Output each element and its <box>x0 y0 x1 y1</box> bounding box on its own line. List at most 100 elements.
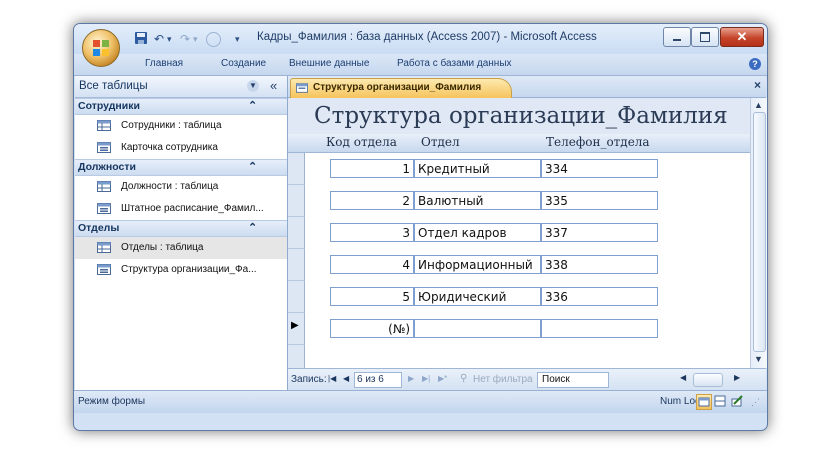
minimize-button[interactable] <box>663 27 691 47</box>
form-view-button[interactable] <box>696 394 712 410</box>
document-tabs: Структура организации_Фамилия × <box>288 76 766 98</box>
nav-item-label: Структура организации_Фа... <box>121 264 257 275</box>
field-department-code[interactable]: 3 <box>330 223 414 242</box>
help-icon[interactable]: ? <box>749 58 761 70</box>
field-department-code[interactable]: 4 <box>330 255 414 274</box>
redo-icon[interactable]: ↷ <box>180 31 190 47</box>
nav-item-org-structure[interactable]: Структура организации_Фа... <box>75 259 287 281</box>
record-selector[interactable] <box>288 185 305 217</box>
group-collapse-icon[interactable]: ⌃ <box>248 221 257 234</box>
vertical-scrollbar[interactable]: ▲ ▼ <box>750 98 767 368</box>
form-icon <box>97 203 111 214</box>
tab-database-tools[interactable]: Работа с базами данных <box>397 58 512 69</box>
field-department-name[interactable]: Юридический <box>414 287 541 306</box>
scroll-down-icon[interactable]: ▼ <box>754 354 763 364</box>
filter-status[interactable]: Нет фильтра <box>473 374 533 385</box>
close-icon: ✕ <box>736 29 748 44</box>
field-department-name[interactable]: Валютный <box>414 191 541 210</box>
column-header-code: Код отдела <box>326 135 397 149</box>
field-department-name[interactable]: Информационный <box>414 255 541 274</box>
save-icon[interactable] <box>134 31 148 45</box>
field-department-code[interactable]: 1 <box>330 159 414 178</box>
minimize-icon <box>673 39 681 41</box>
record-selector-current[interactable]: ▶ <box>288 313 305 345</box>
nav-item-label: Сотрудники : таблица <box>121 120 222 131</box>
group-collapse-icon[interactable]: ⌃ <box>248 160 257 173</box>
nav-item-positions-table[interactable]: Должности : таблица <box>75 176 287 198</box>
layout-view-button[interactable] <box>713 394 727 408</box>
resize-grip-icon[interactable]: ⋰ <box>751 397 760 408</box>
form-view: Структура организации_Фамилия Код отдела… <box>288 98 750 368</box>
record-position-input[interactable]: 6 из 6 <box>354 372 402 388</box>
nav-group-label: Сотрудники <box>78 100 140 112</box>
nav-group-positions[interactable]: Должности ⌃ <box>75 159 287 176</box>
horizontal-scroll-thumb[interactable] <box>693 373 723 387</box>
scroll-up-icon[interactable]: ▲ <box>754 100 763 110</box>
office-button[interactable] <box>82 29 120 67</box>
field-department-phone[interactable]: 334 <box>541 159 658 178</box>
close-button[interactable]: ✕ <box>720 27 764 47</box>
field-department-name-new[interactable] <box>414 319 541 338</box>
nav-group-label: Отделы <box>78 222 120 234</box>
nav-pane-header[interactable]: Все таблицы ▼ « <box>75 76 287 98</box>
undo-dropdown-icon[interactable]: ▾ <box>167 31 172 47</box>
document-tab-label: Структура организации_Фамилия <box>313 82 482 93</box>
record-selector[interactable] <box>288 153 305 185</box>
form-header: Структура организации_Фамилия <box>288 98 750 134</box>
nav-pane-title: Все таблицы <box>79 80 148 92</box>
first-record-icon[interactable]: |◀ <box>328 374 336 383</box>
prev-record-icon[interactable]: ◀ <box>343 374 349 383</box>
form-icon <box>296 83 308 93</box>
column-header-department: Отдел <box>421 135 460 149</box>
undo-icon[interactable]: ↶ <box>154 31 164 47</box>
scroll-thumb[interactable] <box>753 112 766 352</box>
table-icon <box>97 242 111 253</box>
tab-create[interactable]: Создание <box>221 58 266 69</box>
tab-external-data[interactable]: Внешние данные <box>289 58 369 69</box>
scroll-right-icon[interactable]: ▶ <box>734 373 740 382</box>
document-tab[interactable]: Структура организации_Фамилия <box>290 78 512 98</box>
view-mode-label: Режим формы <box>78 396 146 407</box>
field-department-phone-new[interactable] <box>541 319 658 338</box>
search-input[interactable]: Поиск <box>537 372 609 388</box>
field-department-code[interactable]: 2 <box>330 191 414 210</box>
record-label: Запись: <box>291 374 327 385</box>
nav-item-employees-table[interactable]: Сотрудники : таблица <box>75 115 287 137</box>
close-document-icon[interactable]: × <box>754 78 761 92</box>
record-selector[interactable] <box>288 281 305 313</box>
field-department-code[interactable]: 5 <box>330 287 414 306</box>
layout-view-icon <box>714 395 726 407</box>
nav-item-departments-table[interactable]: Отделы : таблица <box>75 237 287 259</box>
field-department-code-new[interactable]: (№) <box>330 319 414 338</box>
record-navigation-bar: Запись: |◀ ◀ 6 из 6 ▶ ▶| ▶* ⚲ Нет фильтр… <box>288 368 766 391</box>
column-header-phone: Телефон_отдела <box>546 135 650 149</box>
field-department-name[interactable]: Отдел кадров <box>414 223 541 242</box>
restore-icon <box>700 32 710 42</box>
current-record-icon: ▶ <box>291 320 299 331</box>
new-record-icon[interactable]: ▶* <box>438 374 447 383</box>
design-view-button[interactable] <box>730 394 744 408</box>
field-department-phone[interactable]: 336 <box>541 287 658 306</box>
ribbon-tabs: Главная Создание Внешние данные Работа с… <box>74 54 767 76</box>
record-selector[interactable] <box>288 249 305 281</box>
nav-item-staff-schedule[interactable]: Штатное расписание_Фамил... <box>75 198 287 220</box>
group-collapse-icon[interactable]: ⌃ <box>248 99 257 112</box>
next-record-icon[interactable]: ▶ <box>408 374 414 383</box>
collapse-pane-icon[interactable]: « <box>270 78 277 93</box>
last-record-icon[interactable]: ▶| <box>422 374 430 383</box>
filter-icon: ⚲ <box>460 373 468 384</box>
maximize-button[interactable] <box>691 27 719 47</box>
nav-group-departments[interactable]: Отделы ⌃ <box>75 220 287 237</box>
field-department-phone[interactable]: 335 <box>541 191 658 210</box>
field-department-name[interactable]: Кредитный <box>414 159 541 178</box>
field-department-phone[interactable]: 337 <box>541 223 658 242</box>
nav-dropdown-icon[interactable]: ▼ <box>247 80 259 92</box>
redo-dropdown-icon[interactable]: ▾ <box>193 31 198 47</box>
customize-qat-icon[interactable]: ▾ <box>235 31 240 47</box>
scroll-left-icon[interactable]: ◀ <box>680 373 686 382</box>
field-department-phone[interactable]: 338 <box>541 255 658 274</box>
nav-group-employees[interactable]: Сотрудники ⌃ <box>75 98 287 115</box>
tab-home[interactable]: Главная <box>145 58 183 69</box>
record-selector[interactable] <box>288 217 305 249</box>
nav-item-employee-card[interactable]: Карточка сотрудника <box>75 137 287 159</box>
